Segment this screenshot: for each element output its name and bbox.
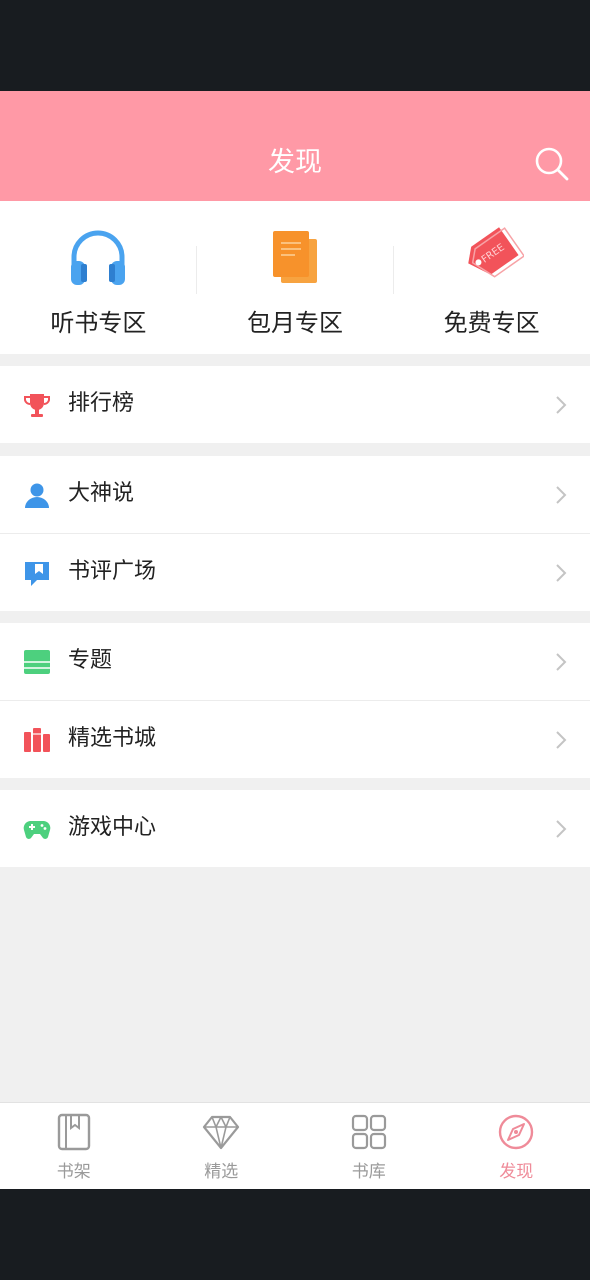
topic-icon [24,650,50,674]
free-tag-icon: FREE [467,227,524,278]
menu-item-bookstore[interactable]: 精选书城 [0,701,590,778]
chevron-right-icon [556,653,567,671]
menu-item-label: 排行榜 [68,391,135,416]
tab-label: 书库 [351,1162,386,1182]
tab-label: 精选 [204,1162,239,1182]
zone-free[interactable]: FREE 免费专区 [393,201,590,354]
tab-library[interactable]: 书库 [295,1103,443,1190]
tab-label: 发现 [499,1162,534,1182]
zone-monthly[interactable]: 包月专区 [197,201,394,354]
chevron-right-icon [556,486,567,504]
divider [196,246,197,294]
menu-item-game-center[interactable]: 游戏中心 [0,790,590,867]
menu-item-label: 游戏中心 [68,815,157,840]
chevron-right-icon [556,731,567,749]
menu-item-masters[interactable]: 大神说 [0,456,590,534]
zone-shortcuts: 听书专区 包月专区 FREE 免费专区 [0,201,590,354]
discover-screen: 发现 听书专区 包月专区 FREE 免费专区 排行榜 大神说 书评广场 专题 精… [0,91,590,1190]
menu-item-ranking[interactable]: 排行榜 [0,366,590,443]
grid-icon [351,1114,386,1150]
gamepad-icon [23,821,51,839]
status-bar [0,0,590,91]
menu-item-label: 大神说 [68,481,135,506]
tab-label: 书架 [56,1162,91,1182]
search-icon[interactable] [534,146,570,182]
tab-featured[interactable]: 精选 [148,1103,296,1190]
book-review-icon [25,562,49,586]
chevron-right-icon [556,820,567,838]
zone-label: 免费专区 [443,309,540,337]
trophy-icon [24,394,50,417]
bottom-tab-bar: 书架 精选 书库 发现 [0,1102,590,1190]
user-icon [25,483,49,508]
headphones-icon [71,230,126,285]
compass-icon [499,1114,534,1150]
bookshelf-tab-icon [57,1113,90,1151]
menu-group-games: 游戏中心 [0,790,590,867]
header: 发现 [0,91,590,201]
divider [393,246,394,294]
menu-item-label: 精选书城 [68,726,157,751]
menu-item-book-reviews[interactable]: 书评广场 [0,534,590,611]
book-stack-icon [273,231,317,283]
menu-group-topics: 专题 精选书城 [0,623,590,778]
tab-bookshelf[interactable]: 书架 [0,1103,148,1190]
bookshelf-icon [24,728,50,752]
chevron-right-icon [556,564,567,582]
menu-group-ranking: 排行榜 [0,366,590,443]
menu-item-label: 书评广场 [68,559,157,584]
tab-discover[interactable]: 发现 [443,1103,590,1190]
menu-group-community: 大神说 书评广场 [0,456,590,611]
diamond-icon [203,1115,240,1150]
menu-item-label: 专题 [68,648,113,673]
system-nav-bar [0,1189,590,1280]
menu-item-topics[interactable]: 专题 [0,623,590,701]
chevron-right-icon [556,396,567,414]
zone-audiobooks[interactable]: 听书专区 [0,201,197,354]
page-title: 发现 [268,147,322,178]
zone-label: 听书专区 [50,309,147,337]
zone-label: 包月专区 [247,309,343,337]
